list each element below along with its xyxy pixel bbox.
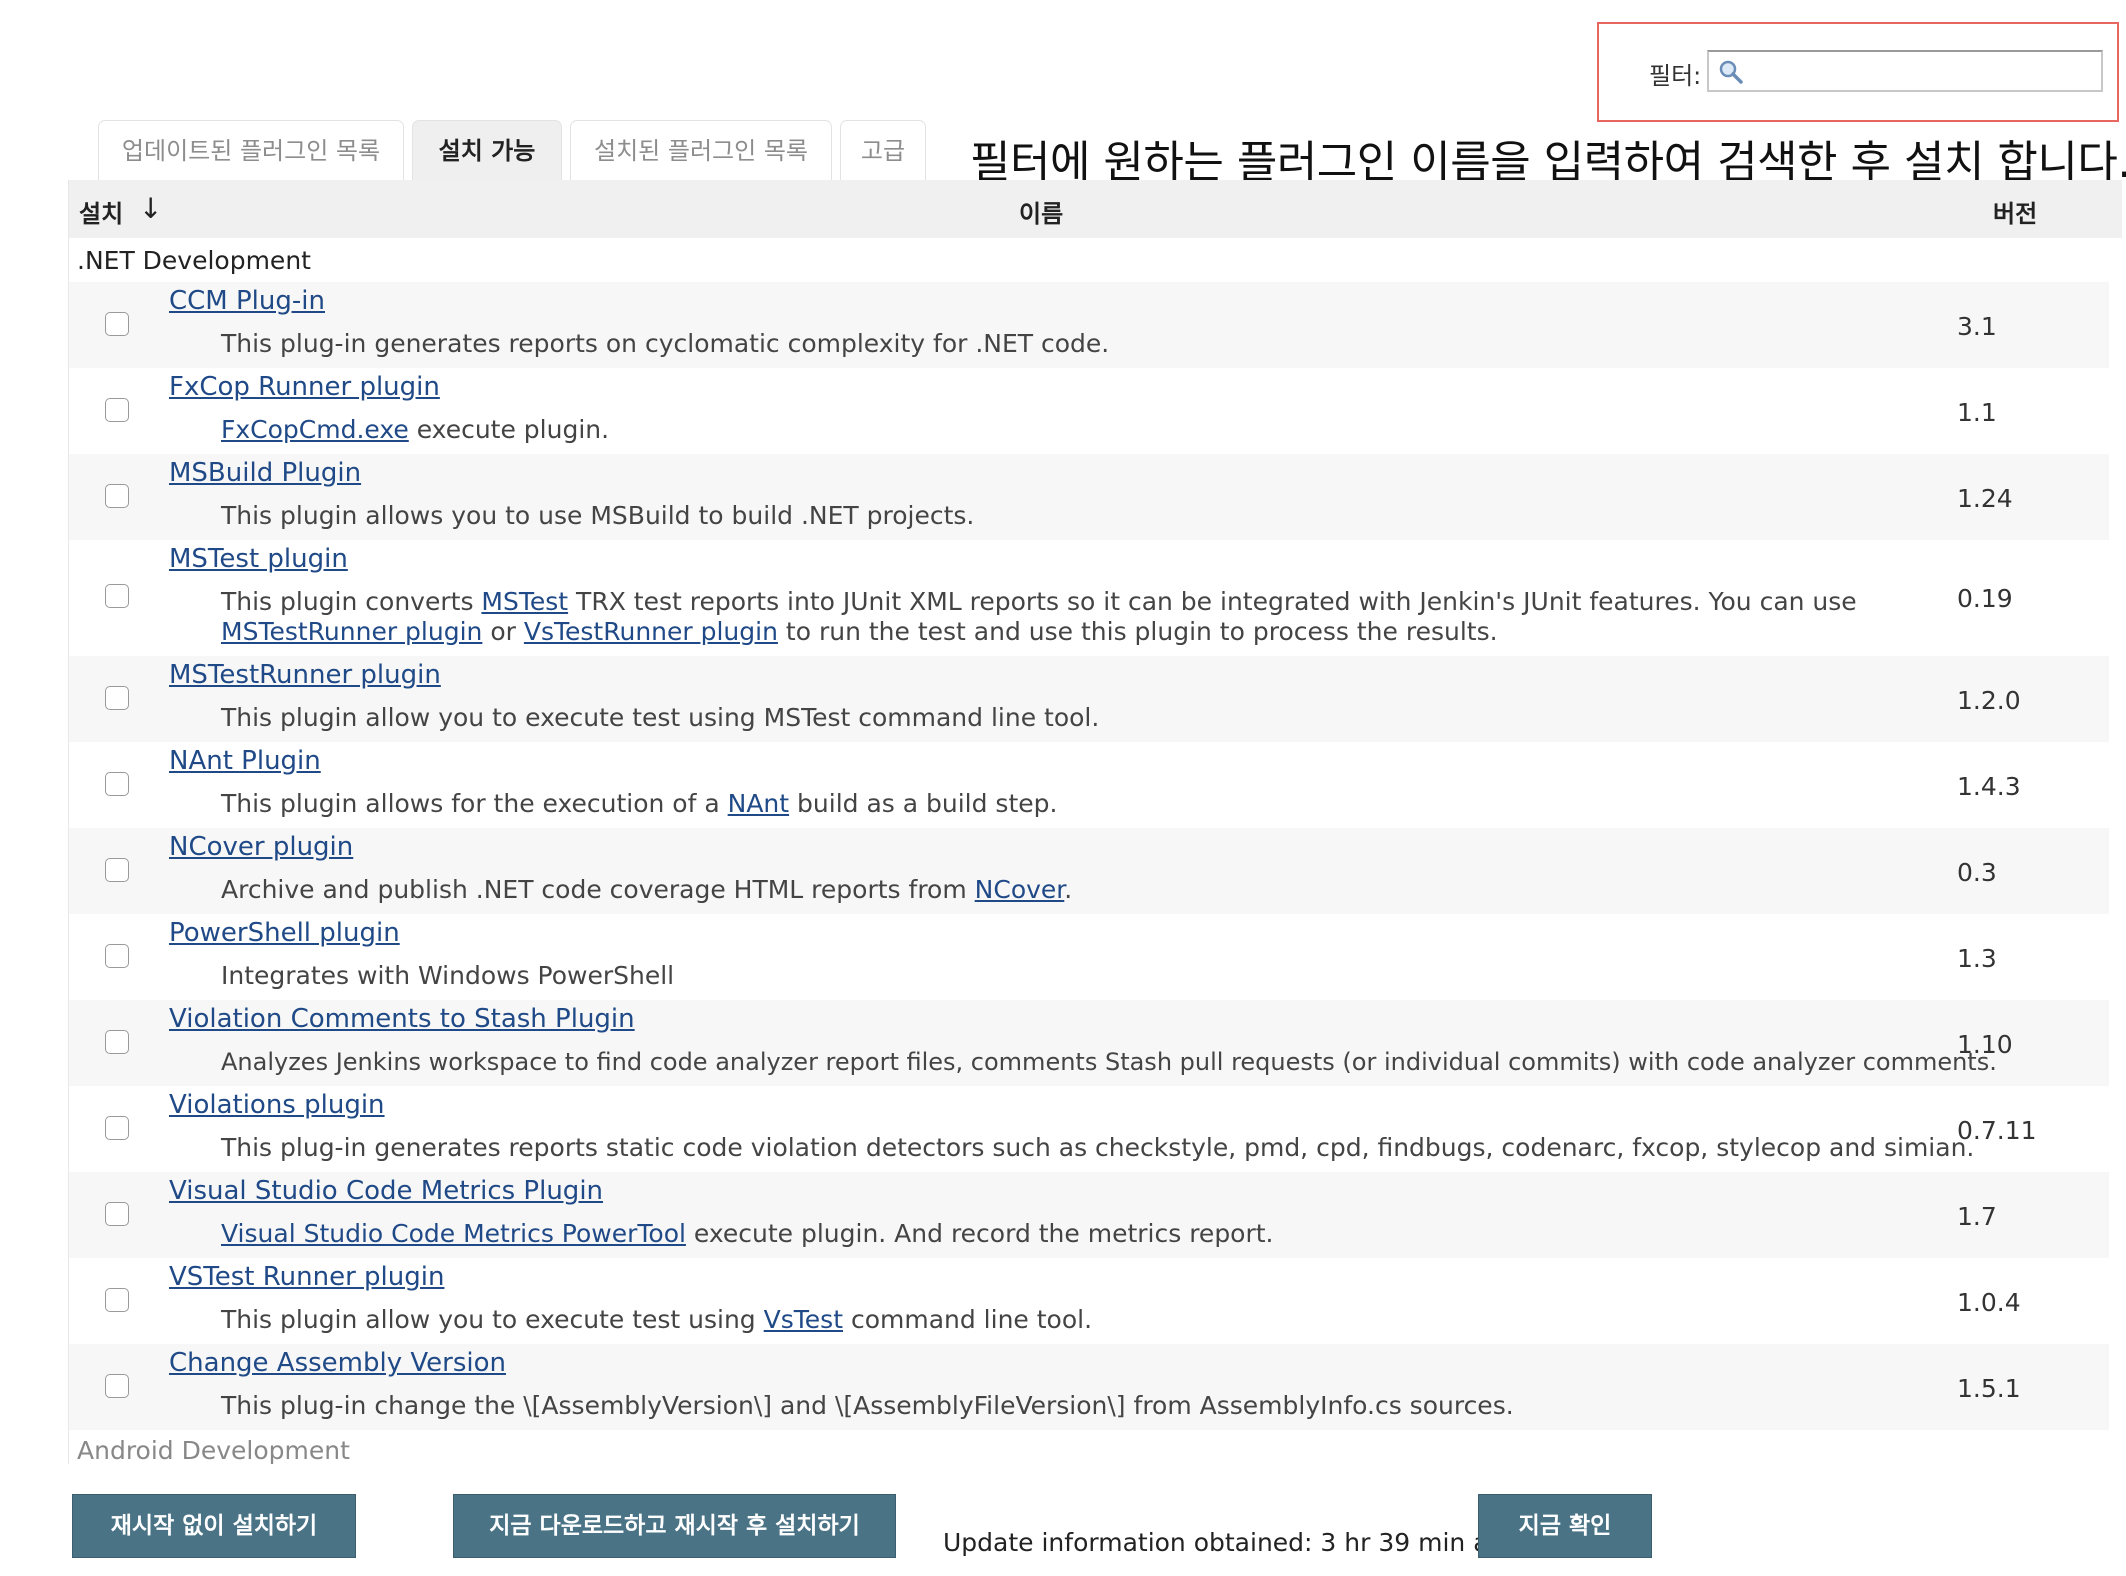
install-checkbox[interactable] — [105, 1116, 129, 1140]
plugin-version: 1.24 — [1957, 484, 2013, 513]
plugin-version: 1.4.3 — [1957, 772, 2021, 801]
plugin-description: This plug-in generates reports on cyclom… — [221, 329, 1110, 358]
header-name[interactable]: 이름 — [1019, 194, 1063, 229]
plugin-description: This plugin allow you to execute test us… — [221, 703, 1100, 732]
desc-link[interactable]: FxCopCmd.exe — [221, 415, 409, 444]
install-checkbox[interactable] — [105, 312, 129, 336]
check-now-button[interactable]: 지금 확인 — [1478, 1494, 1652, 1558]
desc-link[interactable]: MSTestRunner plugin — [221, 617, 482, 646]
header-version[interactable]: 버전 — [1993, 194, 2037, 229]
desc-link[interactable]: MSTest — [481, 587, 568, 616]
filter-label: 필터: — [1649, 62, 1702, 90]
plugin-version: 0.19 — [1957, 584, 2013, 613]
plugin-name-link[interactable]: NCover plugin — [169, 832, 353, 862]
desc-link[interactable]: VsTestRunner plugin — [524, 617, 778, 646]
plugin-description: Analyzes Jenkins workspace to find code … — [221, 1048, 1997, 1076]
install-checkbox[interactable] — [105, 1374, 129, 1398]
install-checkbox[interactable] — [105, 1288, 129, 1312]
plugin-table: 설치 ↓ 이름 버전 .NET Development CCM Plug-in … — [68, 180, 2122, 1464]
plugin-name-link[interactable]: Change Assembly Version — [169, 1348, 506, 1378]
download-and-install-button[interactable]: 지금 다운로드하고 재시작 후 설치하기 — [453, 1494, 896, 1558]
plugin-description: This plugin converts MSTest TRX test rep… — [221, 587, 1857, 646]
table-row: Visual Studio Code Metrics Plugin Visual… — [69, 1172, 2109, 1258]
plugin-name-link[interactable]: VSTest Runner plugin — [169, 1262, 444, 1292]
table-row: NCover plugin Archive and publish .NET c… — [69, 828, 2109, 914]
install-checkbox[interactable] — [105, 584, 129, 608]
table-row: FxCop Runner plugin FxCopCmd.exe execute… — [69, 368, 2109, 454]
table-row: CCM Plug-in This plug-in generates repor… — [69, 282, 2109, 368]
plugin-name-link[interactable]: Violation Comments to Stash Plugin — [169, 1004, 635, 1034]
plugin-name-link[interactable]: Visual Studio Code Metrics Plugin — [169, 1176, 603, 1206]
plugin-description: This plug-in change the \[AssemblyVersio… — [221, 1391, 1514, 1420]
plugin-name-link[interactable]: Violations plugin — [169, 1090, 385, 1120]
table-row: MSTest plugin This plugin converts MSTes… — [69, 540, 2109, 656]
plugin-name-link[interactable]: MSBuild Plugin — [169, 458, 361, 488]
header-install[interactable]: 설치 — [79, 194, 123, 229]
plugin-version: 1.5.1 — [1957, 1374, 2021, 1403]
update-info-text: Update information obtained: 3 hr 39 min… — [943, 1528, 1520, 1557]
plugin-version: 0.7.11 — [1957, 1116, 2037, 1145]
plugin-version: 1.3 — [1957, 944, 1997, 973]
tab-advanced[interactable]: 고급 — [840, 120, 926, 182]
plugin-description: Integrates with Windows PowerShell — [221, 961, 675, 990]
desc-link[interactable]: Visual Studio Code Metrics PowerTool — [221, 1219, 686, 1248]
plugin-description: This plugin allow you to execute test us… — [221, 1305, 1093, 1334]
install-without-restart-button[interactable]: 재시작 없이 설치하기 — [72, 1494, 356, 1558]
plugin-version: 1.7 — [1957, 1202, 1997, 1231]
plugin-name-link[interactable]: MSTest plugin — [169, 544, 348, 574]
plugin-version: 1.2.0 — [1957, 686, 2021, 715]
plugin-version: 1.10 — [1957, 1030, 2013, 1059]
install-checkbox[interactable] — [105, 858, 129, 882]
search-icon — [1719, 60, 1743, 84]
install-checkbox[interactable] — [105, 398, 129, 422]
install-checkbox[interactable] — [105, 1202, 129, 1226]
desc-link[interactable]: NAnt — [728, 789, 789, 818]
tab-available[interactable]: 설치 가능 — [412, 120, 562, 182]
install-checkbox[interactable] — [105, 1030, 129, 1054]
install-checkbox[interactable] — [105, 484, 129, 508]
filter-input[interactable] — [1749, 56, 2094, 86]
table-row: MSBuild Plugin This plugin allows you to… — [69, 454, 2109, 540]
table-row: Violations plugin This plug-in generates… — [69, 1086, 2109, 1172]
plugin-description: This plugin allows you to use MSBuild to… — [221, 501, 975, 530]
table-row: MSTestRunner plugin This plugin allow yo… — [69, 656, 2109, 742]
plugin-description: This plug-in generates reports static co… — [221, 1133, 1975, 1162]
table-row: NAnt Plugin This plugin allows for the e… — [69, 742, 2109, 828]
plugin-name-link[interactable]: FxCop Runner plugin — [169, 372, 440, 402]
plugin-version: 0.3 — [1957, 858, 1997, 887]
table-row: VSTest Runner plugin This plugin allow y… — [69, 1258, 2109, 1344]
plugin-name-link[interactable]: PowerShell plugin — [169, 918, 400, 948]
table-row: Violation Comments to Stash Plugin Analy… — [69, 1000, 2109, 1086]
plugin-version: 1.1 — [1957, 398, 1997, 427]
plugin-name-link[interactable]: NAnt Plugin — [169, 746, 321, 776]
plugin-description: This plugin allows for the execution of … — [221, 789, 1058, 818]
desc-link[interactable]: NCover — [975, 875, 1065, 904]
category-dotnet: .NET Development — [77, 246, 311, 275]
install-checkbox[interactable] — [105, 686, 129, 710]
table-header: 설치 ↓ 이름 버전 — [69, 180, 2122, 238]
tab-updates[interactable]: 업데이트된 플러그인 목록 — [98, 120, 404, 182]
plugin-name-link[interactable]: CCM Plug-in — [169, 286, 325, 316]
plugin-description: FxCopCmd.exe execute plugin. — [221, 415, 610, 444]
plugin-version: 3.1 — [1957, 312, 1997, 341]
install-checkbox[interactable] — [105, 772, 129, 796]
table-row: PowerShell plugin Integrates with Window… — [69, 914, 2109, 1000]
category-android: Android Development — [77, 1436, 350, 1464]
filter-highlight-box: 필터: — [1597, 22, 2119, 122]
plugin-name-link[interactable]: MSTestRunner plugin — [169, 660, 441, 690]
sort-arrow-icon[interactable]: ↓ — [139, 192, 162, 225]
filter-field[interactable] — [1707, 50, 2103, 92]
table-row: Change Assembly Version This plug-in cha… — [69, 1344, 2109, 1430]
desc-link[interactable]: VsTest — [764, 1305, 843, 1334]
plugin-description: Archive and publish .NET code coverage H… — [221, 875, 1073, 904]
plugin-description: Visual Studio Code Metrics PowerTool exe… — [221, 1219, 1274, 1248]
plugin-version: 1.0.4 — [1957, 1288, 2021, 1317]
install-checkbox[interactable] — [105, 944, 129, 968]
tab-installed[interactable]: 설치된 플러그인 목록 — [570, 120, 832, 182]
